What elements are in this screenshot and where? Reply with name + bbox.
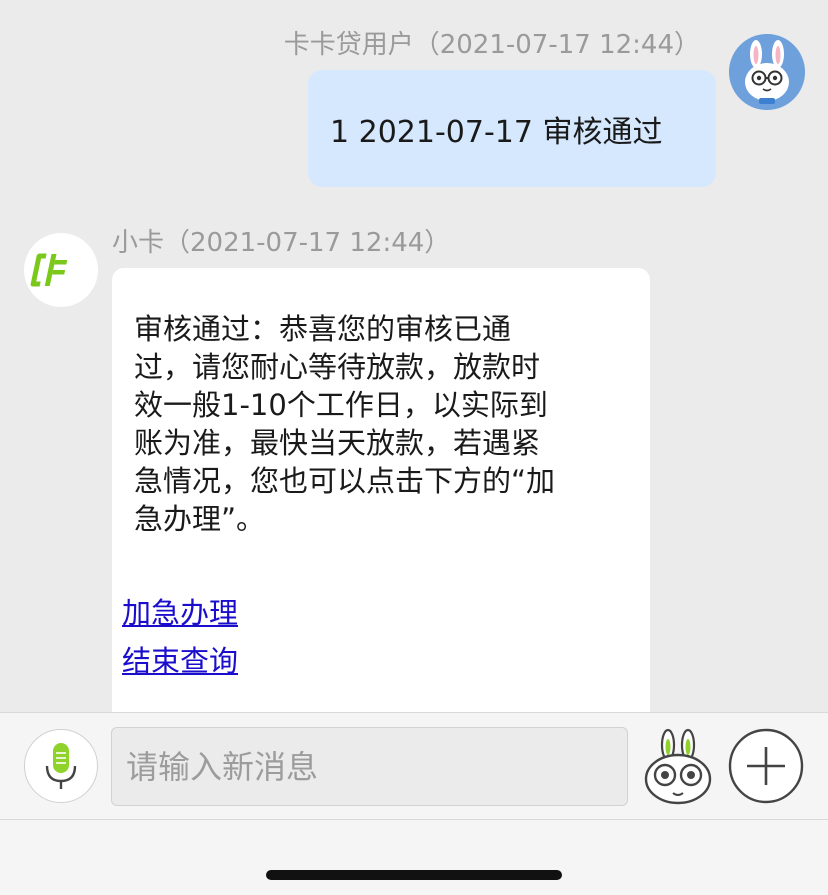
end-query-link[interactable]: 结束查询 bbox=[122, 638, 238, 680]
message-input[interactable] bbox=[111, 727, 628, 806]
message-line: 急情况，您也可以点击下方的“加 bbox=[134, 464, 556, 498]
chat-message-area: 卡卡贷用户（2021-07-17 12:44） 1 2021-07-17 审核通… bbox=[0, 0, 828, 712]
message-input-bar bbox=[0, 712, 828, 820]
message-line: 效一般1-10个工作日，以实际到 bbox=[134, 388, 548, 422]
message-line: 急办理”。 bbox=[134, 502, 266, 536]
voice-input-button[interactable] bbox=[24, 729, 98, 803]
outgoing-message-bubble: 1 2021-07-17 审核通过 bbox=[308, 70, 716, 187]
incoming-message-bubble: 审核通过：恭喜您的审核已通 过，请您耐心等待放款，放款时 效一般1-10个工作日… bbox=[112, 268, 650, 712]
rabbit-avatar-icon bbox=[729, 34, 805, 110]
expedite-link[interactable]: 加急办理 bbox=[122, 590, 238, 632]
plus-icon bbox=[728, 728, 804, 804]
sticker-button[interactable] bbox=[636, 725, 720, 809]
message-line: 审核通过：恭喜您的审核已通 bbox=[134, 312, 512, 346]
kaka-logo-icon bbox=[30, 253, 68, 287]
incoming-sender-meta: 小卡（2021-07-17 12:44） bbox=[112, 228, 451, 258]
microphone-icon bbox=[45, 743, 77, 789]
bottom-safe-area bbox=[0, 820, 828, 895]
rabbit-sticker-icon bbox=[644, 728, 712, 805]
message-line: 过，请您耐心等待放款，放款时 bbox=[134, 350, 541, 384]
incoming-message-text: 审核通过：恭喜您的审核已通 过，请您耐心等待放款，放款时 效一般1-10个工作日… bbox=[134, 310, 634, 538]
message-line: 账为准，最快当天放款，若遇紧 bbox=[134, 426, 541, 460]
user-avatar[interactable] bbox=[729, 34, 805, 110]
outgoing-message-text: 1 2021-07-17 审核通过 bbox=[330, 114, 663, 150]
outgoing-sender-meta: 卡卡贷用户（2021-07-17 12:44） bbox=[283, 30, 700, 60]
home-indicator[interactable] bbox=[266, 870, 562, 880]
bot-avatar[interactable] bbox=[24, 233, 98, 307]
more-options-button[interactable] bbox=[727, 727, 805, 805]
